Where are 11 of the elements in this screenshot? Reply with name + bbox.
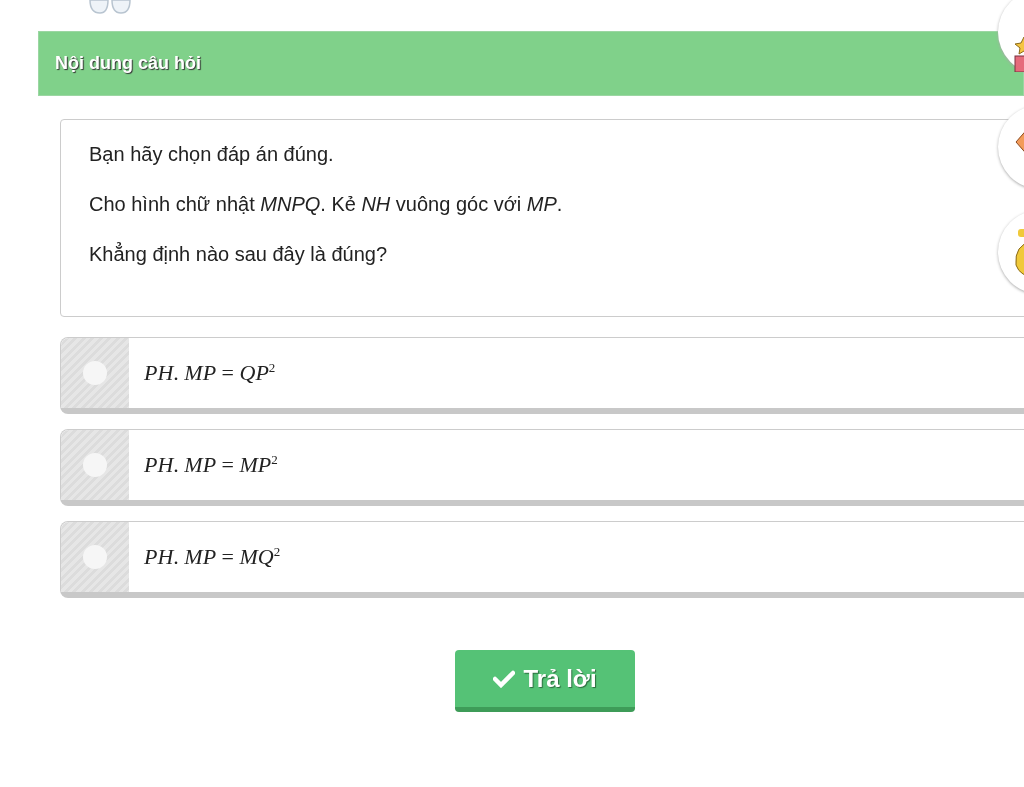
question-text: Khẳng định nào sau đây là đúng?	[89, 242, 389, 267]
answer-option[interactable]: PH. MP = MP$^{2}$	[60, 429, 1024, 506]
question-text: Cho hình chữ nhật MNPQ. Kẻ NH vuông góc với MP.	[89, 192, 564, 217]
radio-button[interactable]	[83, 453, 107, 477]
answer-option[interactable]: PH. MP = QP$^{2}$	[60, 337, 1024, 414]
radio-button[interactable]	[83, 361, 107, 385]
section-title: Nội dung câu hỏi	[55, 53, 201, 74]
radio-button[interactable]	[83, 545, 107, 569]
answer-option[interactable]: PH. MP = MQ$^{2}$	[60, 521, 1024, 598]
question-text: Bạn hãy chọn đáp án đúng.	[89, 142, 335, 167]
checkmark-icon	[493, 669, 516, 688]
